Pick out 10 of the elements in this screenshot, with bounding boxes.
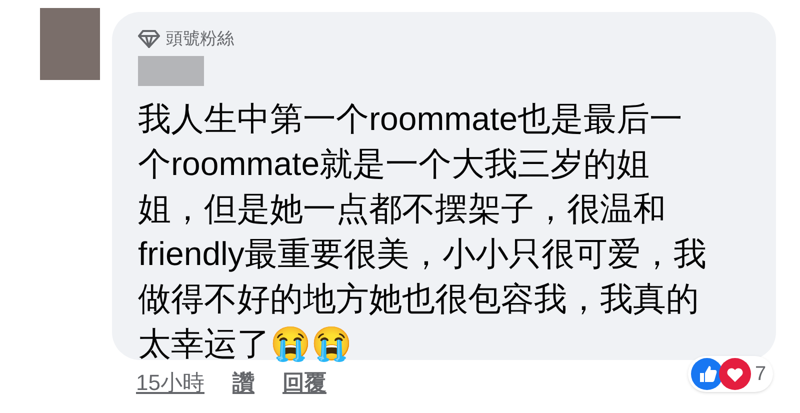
badge-label: 頭號粉絲	[166, 28, 234, 50]
reaction-summary[interactable]: 7	[688, 356, 774, 392]
author-name-placeholder	[138, 56, 204, 86]
like-icon	[691, 358, 723, 390]
action-link[interactable]: 回覆	[282, 366, 326, 399]
reaction-count: 7	[755, 362, 766, 387]
action-link[interactable]: 讚	[232, 366, 254, 399]
timestamp-link[interactable]: 15小時	[136, 366, 204, 399]
avatar-placeholder	[40, 8, 100, 80]
diamond-icon	[138, 30, 160, 48]
